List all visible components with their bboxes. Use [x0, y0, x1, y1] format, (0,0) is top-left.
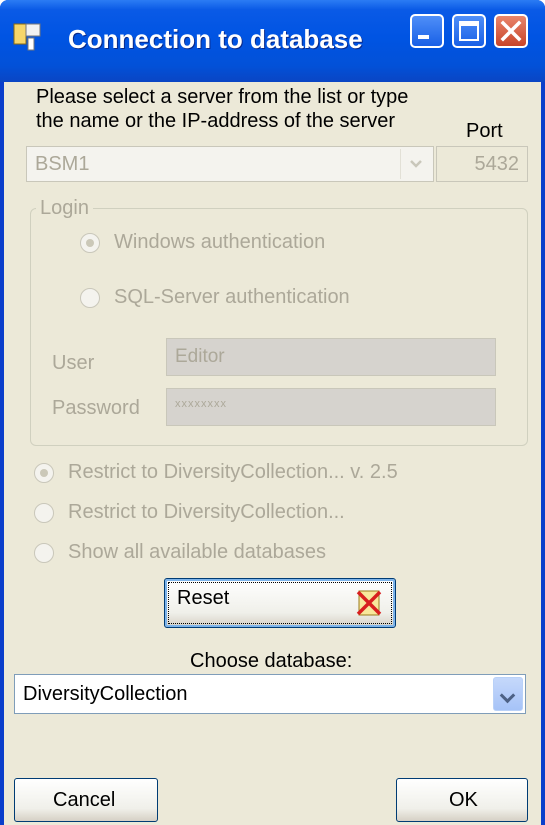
dialog-window: Connection to database Please select a s… — [0, 0, 545, 825]
database-combobox[interactable]: DiversityCollection — [14, 674, 526, 714]
maximize-icon — [459, 21, 479, 41]
server-value: BSM1 — [35, 153, 90, 175]
show-all-radio[interactable] — [34, 543, 54, 563]
windows-auth-radio[interactable] — [80, 233, 100, 253]
server-instruction-line1: Please select a server from the list or … — [36, 86, 409, 108]
password-value: xxxxxxxx — [175, 398, 227, 410]
port-value: 5432 — [474, 153, 520, 175]
port-label: Port — [466, 120, 503, 142]
ok-label: OK — [449, 789, 478, 811]
cancel-button[interactable]: Cancel — [14, 778, 158, 822]
restrict-radio[interactable] — [34, 503, 54, 523]
show-all-label: Show all available databases — [68, 541, 326, 563]
user-value: Editor — [175, 346, 225, 367]
user-input[interactable]: Editor — [166, 338, 496, 376]
ok-button[interactable]: OK — [396, 778, 528, 822]
minimize-icon — [418, 35, 429, 39]
windows-auth-label: Windows authentication — [114, 231, 326, 253]
app-icon — [13, 23, 41, 51]
close-button[interactable] — [494, 14, 528, 48]
close-icon — [500, 20, 522, 42]
maximize-button[interactable] — [452, 14, 486, 48]
password-input[interactable]: xxxxxxxx — [166, 388, 496, 426]
cancel-label: Cancel — [53, 789, 116, 811]
chevron-down-icon[interactable] — [493, 677, 523, 711]
title-bar[interactable]: Connection to database — [0, 0, 545, 82]
window-title: Connection to database — [68, 24, 363, 54]
password-label: Password — [52, 397, 140, 419]
restrict-label: Restrict to DiversityCollection... — [68, 501, 345, 523]
minimize-button[interactable] — [410, 14, 444, 48]
login-group-title: Login — [36, 197, 93, 220]
choose-database-label: Choose database: — [190, 650, 353, 672]
server-instruction-line2: the name or the IP-address of the server — [36, 110, 396, 132]
reset-icon — [356, 590, 382, 616]
restrict-version-radio[interactable] — [34, 463, 54, 483]
database-value: DiversityCollection — [23, 683, 188, 705]
restrict-version-label: Restrict to DiversityCollection... v. 2.… — [68, 461, 398, 483]
server-dropdown-button[interactable] — [400, 149, 431, 179]
sql-auth-radio[interactable] — [80, 288, 100, 308]
port-input[interactable]: 5432 — [436, 146, 528, 182]
reset-button[interactable]: Reset — [164, 578, 396, 628]
server-combobox[interactable]: BSM1 — [26, 146, 434, 182]
chevron-down-icon — [410, 160, 422, 168]
sql-auth-label: SQL-Server authentication — [114, 286, 350, 308]
reset-label: Reset — [177, 587, 230, 609]
user-label: User — [52, 352, 95, 374]
